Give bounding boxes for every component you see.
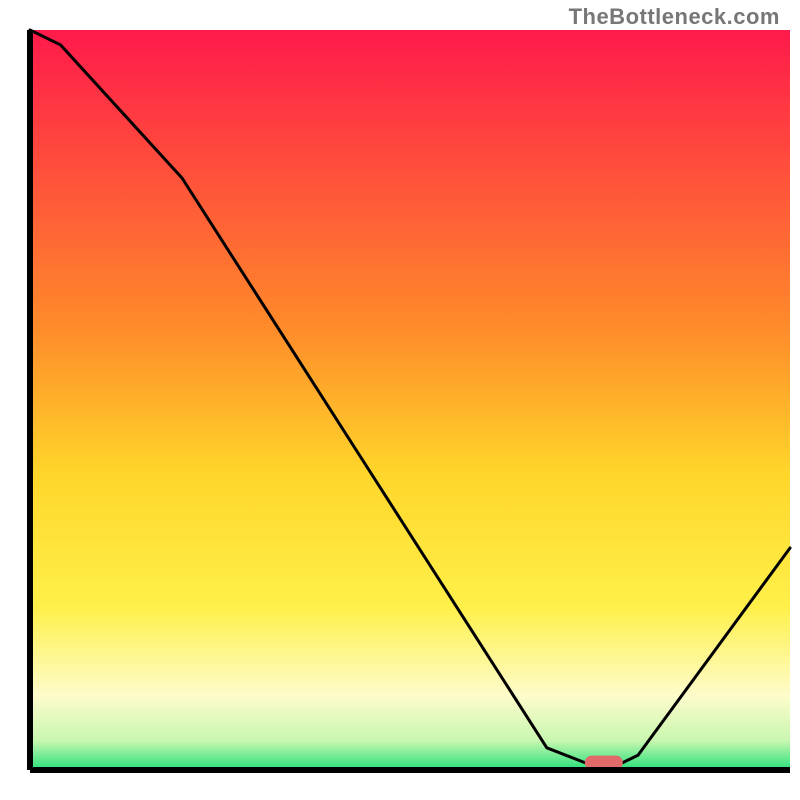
chart-frame: TheBottleneck.com <box>0 0 800 800</box>
plot-background <box>30 30 790 770</box>
watermark-text: TheBottleneck.com <box>569 4 780 30</box>
bottleneck-chart <box>0 0 800 800</box>
